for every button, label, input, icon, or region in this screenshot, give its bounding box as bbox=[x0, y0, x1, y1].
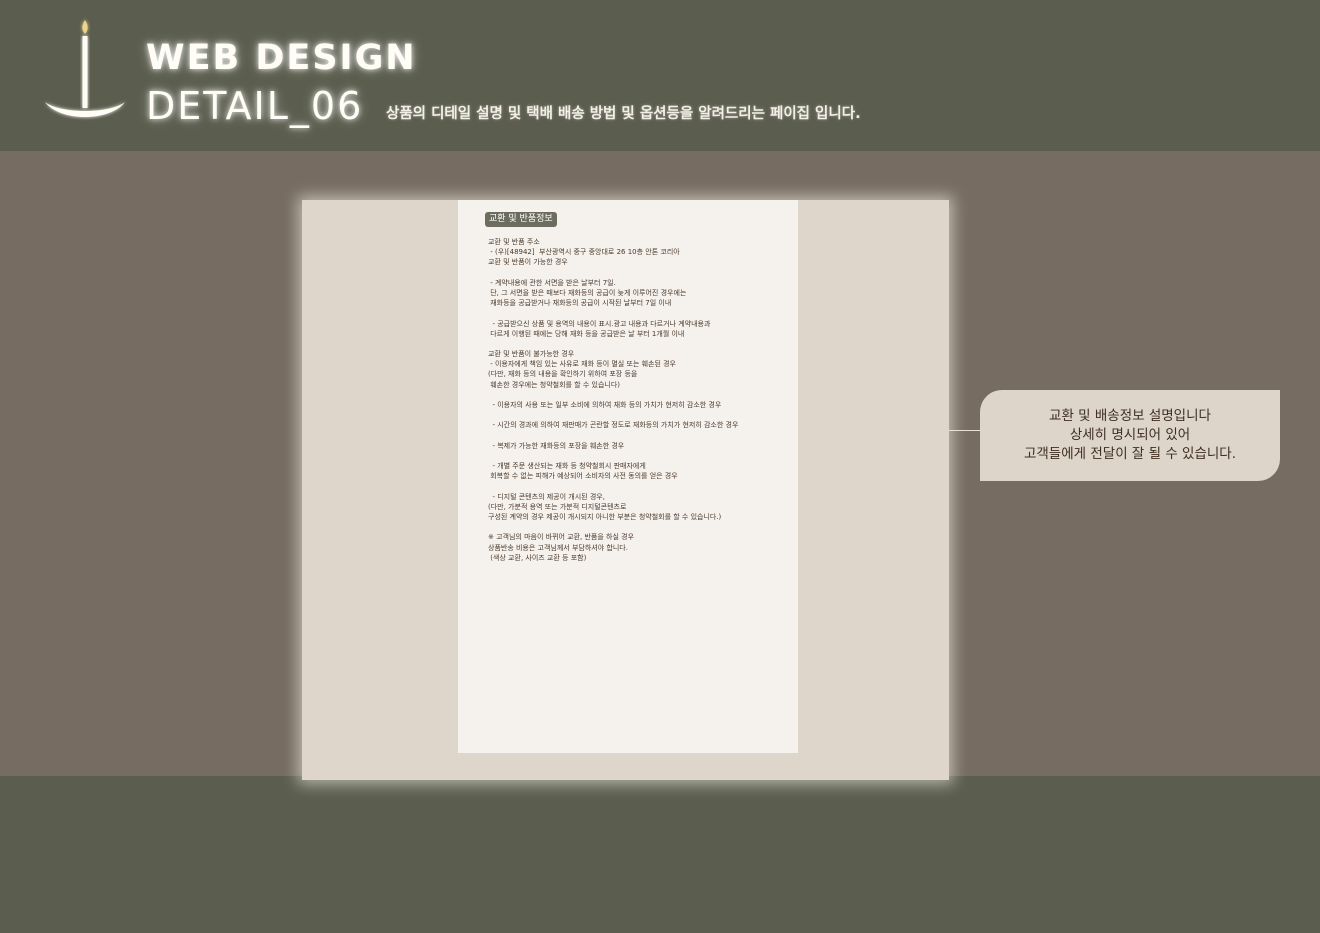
text-line bbox=[488, 339, 793, 349]
text-line: 다르게 이행된 때에는 당해 재화 등을 공급받은 날 부터 1개월 이내 bbox=[488, 329, 685, 338]
callout-line: 상세히 명시되어 있어 bbox=[1069, 427, 1191, 443]
text-line bbox=[488, 390, 793, 400]
detail-sheet: 교환 및 반품정보 교환 및 반품 주소 - (우)[48942] 부산광역시 … bbox=[458, 200, 798, 753]
section-tag: 교환 및 반품정보 bbox=[485, 212, 557, 227]
text-line: 구성된 계약의 경우 제공이 개시되지 아니한 부분은 청약철회를 할 수 있습… bbox=[488, 513, 722, 522]
text-line: ※ 고객님의 마음이 바뀌어 교환, 반품을 하실 경우 bbox=[488, 533, 635, 542]
text-line bbox=[488, 522, 793, 532]
preview-panel: 교환 및 반품정보 교환 및 반품 주소 - (우)[48942] 부산광역시 … bbox=[302, 200, 949, 780]
page-subtitle-code: DETAIL_06 bbox=[146, 84, 364, 128]
text-line: 교환 및 반품 주소 bbox=[488, 238, 540, 246]
text-line bbox=[488, 451, 793, 461]
exchange-return-text: 교환 및 반품 주소 - (우)[48942] 부산광역시 중구 중앙대로 26… bbox=[488, 237, 793, 563]
text-line: (다만, 재화 등의 내용을 확인하기 위하여 포장 등을 bbox=[488, 370, 638, 379]
text-line: - 계약내용에 관한 서면을 받은 날부터 7일. bbox=[488, 278, 616, 287]
candle-icon bbox=[45, 20, 125, 117]
text-line: 훼손한 경우에는 청약철회를 할 수 있습니다) bbox=[488, 380, 621, 389]
text-line: - (우)[48942] 부산광역시 중구 중앙대로 26 10층 안톤 코리아 bbox=[488, 248, 680, 257]
callout-box: 교환 및 배송정보 설명입니다 상세히 명시되어 있어 고객들에게 전달이 잘 … bbox=[980, 390, 1280, 481]
text-line: - 시간의 경과에 의하여 재판매가 곤란할 정도로 재화등의 가치가 현저히 … bbox=[488, 421, 739, 430]
text-line: 재화등을 공급받거나 재화등의 공급이 시작된 날부터 7일 이내 bbox=[488, 299, 672, 308]
callout-line: 고객들에게 전달이 잘 될 수 있습니다. bbox=[1023, 446, 1237, 462]
page-description: 상품의 디테일 설명 및 택배 배송 방법 및 옵션등을 알려드리는 페이집 입… bbox=[386, 106, 861, 122]
text-line bbox=[488, 431, 793, 441]
text-line bbox=[488, 268, 793, 278]
footer-band bbox=[0, 776, 1320, 933]
text-line: 교환 및 반품이 가능한 경우 bbox=[488, 258, 568, 267]
text-line: (다만, 가분적 용역 또는 가분적 디지털콘텐츠로 bbox=[488, 502, 627, 511]
text-line bbox=[488, 410, 793, 420]
text-line: - 공급받으신 상품 및 용역의 내용이 표시.광고 내용과 다르거나 계약내용… bbox=[488, 319, 711, 328]
text-line bbox=[488, 308, 793, 318]
callout-connector bbox=[949, 430, 980, 431]
text-line: - 복제가 가능한 재화등의 포장을 훼손한 경우 bbox=[488, 441, 625, 450]
text-line: 단, 그 서면을 받은 때보다 재화등의 공급이 늦게 이루어진 경우에는 bbox=[488, 288, 687, 297]
text-line: - 디지털 콘텐츠의 제공이 개시된 경우, bbox=[488, 492, 605, 501]
callout-line: 교환 및 배송정보 설명입니다 bbox=[1049, 408, 1211, 424]
text-line: - 이용자에게 책임 있는 사유로 재화 등이 멸실 또는 훼손된 경우 bbox=[488, 360, 677, 369]
text-line: 상품반송 비용은 고객님께서 부담하셔야 합니다. bbox=[488, 543, 628, 552]
text-line: - 이용자의 사용 또는 일부 소비에 의하여 재화 등의 가치가 현저히 감소… bbox=[488, 401, 722, 409]
text-line: 교환 및 반품이 불가능한 경우 bbox=[488, 350, 575, 359]
text-line: (색상 교환, 사이즈 교환 등 포함) bbox=[488, 553, 587, 562]
text-line: 회복할 수 없는 피해가 예상되어 소비자의 사전 동의를 얻은 경우 bbox=[488, 472, 678, 481]
page-title: WEB DESIGN bbox=[146, 38, 417, 78]
text-line bbox=[488, 482, 793, 492]
text-line: - 개별 주문 생산되는 재화 등 청약철회시 판매자에게 bbox=[488, 462, 646, 471]
